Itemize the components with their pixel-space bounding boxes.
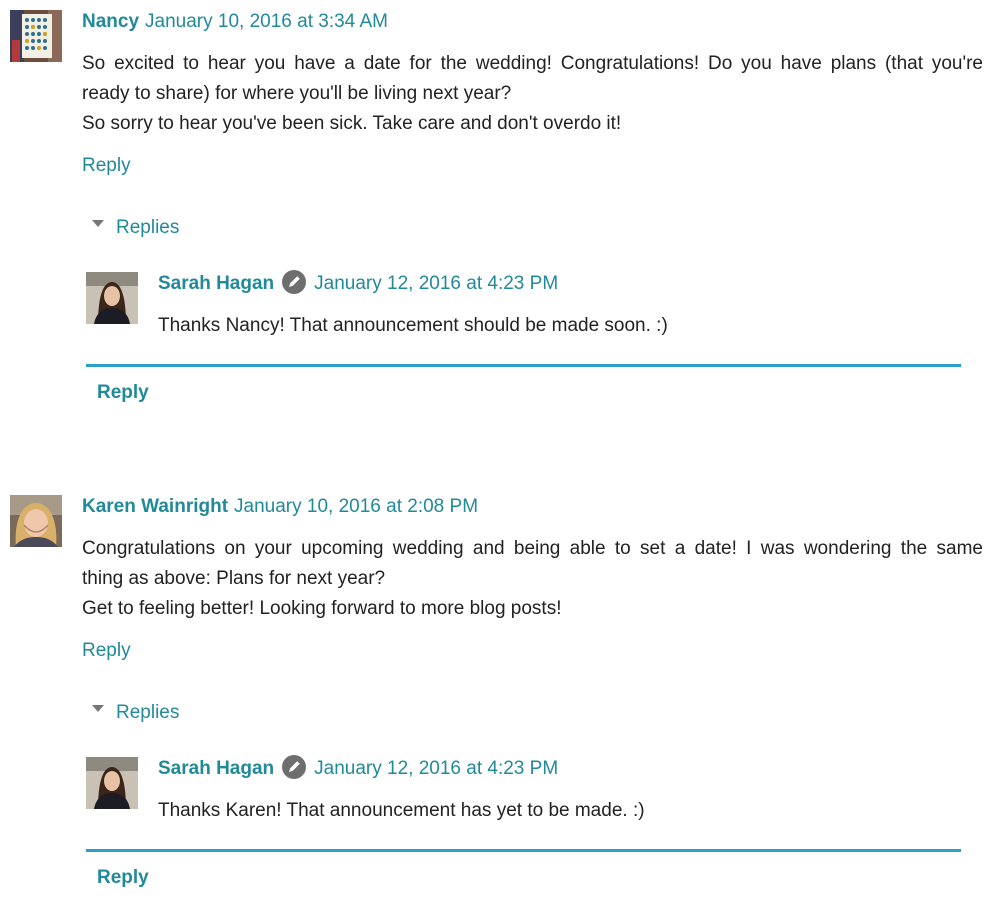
replies-toggle[interactable]: Replies (92, 217, 179, 239)
replies-toggle[interactable]: Replies (92, 702, 179, 724)
reply-body: Thanks Karen! That announcement has yet … (158, 800, 645, 821)
board-game-avatar-icon[interactable] (10, 10, 62, 62)
comment-body-line: ready to share) for where you'll be livi… (82, 83, 512, 104)
replies-toggle-label: Replies (116, 217, 180, 238)
comment-body-line: thing as above: Plans for next year? (82, 568, 386, 589)
comment-body: So excited to hear you have a date for t… (82, 49, 983, 139)
caret-down-icon (92, 705, 104, 713)
comment-body-line: Congratulations on your upcoming wedding… (82, 538, 983, 559)
pencil-icon (282, 755, 307, 779)
person-avatar-icon[interactable] (86, 757, 138, 809)
reply-timestamp[interactable]: January 12, 2016 at 4:23 PM (314, 758, 558, 779)
comment-timestamp[interactable]: January 10, 2016 at 3:34 AM (145, 11, 388, 32)
comment-header: Nancy January 10, 2016 at 3:34 AM (82, 10, 388, 34)
thread-divider (86, 364, 961, 367)
comment-author[interactable]: Nancy (82, 11, 139, 32)
comment-author[interactable]: Karen Wainright (82, 496, 228, 517)
comment-body: Congratulations on your upcoming wedding… (82, 534, 983, 624)
comment-body-line: Get to feeling better! Looking forward t… (82, 598, 562, 619)
thread-reply-button[interactable]: Reply (97, 382, 149, 404)
reply-body: Thanks Nancy! That announcement should b… (158, 315, 668, 336)
reply-author[interactable]: Sarah Hagan (158, 758, 274, 779)
thread-reply-button[interactable]: Reply (97, 867, 149, 889)
caret-down-icon (92, 220, 104, 228)
replies-toggle-label: Replies (116, 702, 180, 723)
reply-header: Sarah Hagan January 12, 2016 at 4:23 PM (158, 755, 558, 781)
reply-button[interactable]: Reply (82, 640, 131, 662)
reply-button[interactable]: Reply (82, 155, 131, 177)
person-avatar-icon[interactable] (10, 495, 62, 547)
person-avatar-icon[interactable] (86, 272, 138, 324)
comment-timestamp[interactable]: January 10, 2016 at 2:08 PM (234, 496, 478, 517)
comment-header: Karen Wainright January 10, 2016 at 2:08 … (82, 495, 478, 519)
reply-timestamp[interactable]: January 12, 2016 at 4:23 PM (314, 273, 558, 294)
comment-body-line: So sorry to hear you've been sick. Take … (82, 113, 622, 134)
reply-author[interactable]: Sarah Hagan (158, 273, 274, 294)
thread-divider (86, 849, 961, 852)
comment-body-line: So excited to hear you have a date for t… (82, 53, 983, 74)
pencil-icon (282, 270, 307, 294)
reply-header: Sarah Hagan January 12, 2016 at 4:23 PM (158, 270, 558, 296)
